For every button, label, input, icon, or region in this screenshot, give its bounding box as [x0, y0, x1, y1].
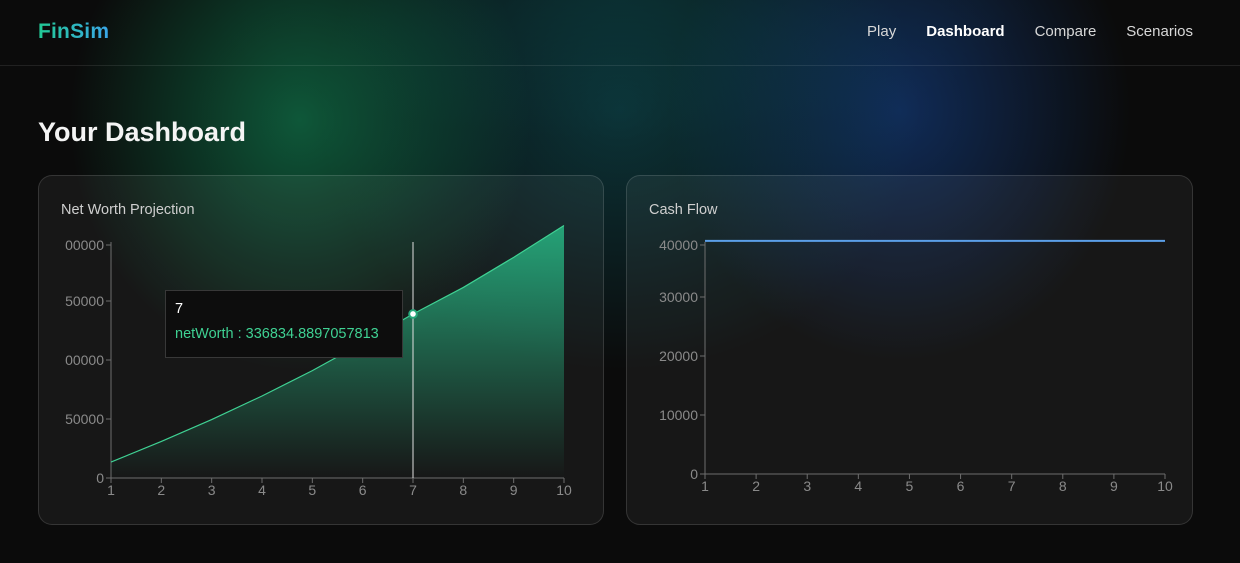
- x-tick-label: 2: [752, 478, 760, 494]
- nav-compare[interactable]: Compare: [1035, 23, 1097, 40]
- x-tick-label: 9: [1110, 478, 1118, 494]
- x-tick-label: 6: [957, 478, 965, 494]
- tooltip-value: netWorth : 336834.8897057813: [175, 326, 379, 342]
- x-tick-label: 10: [556, 482, 572, 498]
- y-tick-label: 30000: [659, 289, 698, 305]
- y-tick-label: 50000: [65, 411, 104, 427]
- x-tick-label: 1: [701, 478, 709, 494]
- x-tick-label: 3: [208, 482, 216, 498]
- y-tick-label: 00000: [65, 352, 104, 368]
- x-tick-label: 8: [459, 482, 467, 498]
- x-tick-label: 2: [157, 482, 165, 498]
- x-tick-label: 3: [803, 478, 811, 494]
- chart-tooltip: 7 netWorth : 336834.8897057813: [165, 290, 403, 358]
- brand-logo[interactable]: FinSim: [38, 20, 109, 44]
- hover-point: [408, 309, 418, 319]
- cash-flow-chart[interactable]: 40000 30000 20000 10000 01 2 3 4 5 6 7 8 9 10: [627, 176, 1193, 525]
- nav-dashboard[interactable]: Dashboard: [926, 23, 1004, 40]
- y-tick-label: 40000: [659, 237, 698, 253]
- net-worth-card: Net Worth Projection 00000 50000 00000 5000…: [38, 175, 604, 525]
- y-tick-label: 10000: [659, 407, 698, 423]
- nav-scenarios[interactable]: Scenarios: [1126, 23, 1193, 40]
- y-tick-label: 00000: [65, 237, 104, 253]
- top-navbar: FinSim Play Dashboard Compare Scenarios: [0, 0, 1240, 66]
- x-tick-label: 7: [409, 482, 417, 498]
- nav-play[interactable]: Play: [867, 23, 896, 40]
- x-tick-label: 8: [1059, 478, 1067, 494]
- y-tick-label: 0: [96, 470, 104, 486]
- x-tick-label: 9: [510, 482, 518, 498]
- x-tick-label: 6: [359, 482, 367, 498]
- x-tick-label: 7: [1008, 478, 1016, 494]
- x-tick-label: 5: [308, 482, 316, 498]
- y-tick-label: 0: [690, 466, 698, 482]
- x-tick-label: 10: [1157, 478, 1173, 494]
- y-tick-label: 50000: [65, 293, 104, 309]
- y-tick-label: 20000: [659, 348, 698, 364]
- x-tick-label: 4: [854, 478, 862, 494]
- x-tick-label: 1: [107, 482, 115, 498]
- cash-flow-card: Cash Flow 40000 30000 20000 10000 0 1 2 3 4 5 6 7 8 9…: [626, 175, 1193, 525]
- page-title: Your Dashboard: [38, 117, 247, 147]
- x-tick-label: 4: [258, 482, 266, 498]
- x-tick-label: 5: [906, 478, 914, 494]
- tooltip-label: 7: [175, 301, 184, 317]
- main-nav: Play Dashboard Compare Scenarios: [867, 23, 1193, 40]
